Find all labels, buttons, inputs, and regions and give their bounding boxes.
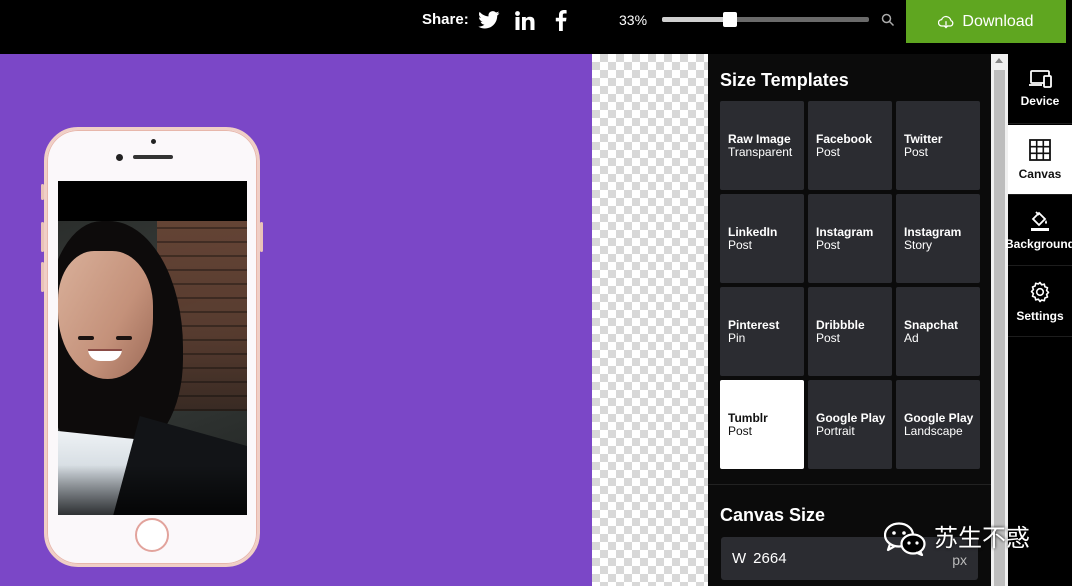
scroll-thumb[interactable] xyxy=(994,70,1005,586)
size-templates-grid: Raw Image Transparent Facebook Post Twitter P… xyxy=(720,101,980,469)
template-tile[interactable]: Instagram Post xyxy=(808,194,892,283)
phone-mute-switch xyxy=(41,184,44,200)
paint-bucket-icon xyxy=(1029,210,1051,232)
width-prefix: W xyxy=(732,550,747,567)
template-tile[interactable]: Google Play Landscape xyxy=(896,380,980,469)
screenshot-photo xyxy=(58,221,247,515)
facebook-icon[interactable] xyxy=(549,8,573,32)
template-name: Dribbble xyxy=(816,317,865,332)
phone-volume-down xyxy=(41,262,44,292)
template-tile[interactable]: Pinterest Pin xyxy=(720,287,804,376)
top-bar: Share: 33% Download xyxy=(0,0,1072,54)
phone-sensor xyxy=(151,139,156,144)
settings-panel: Size Templates Raw Image Transparent Faceb… xyxy=(708,54,991,586)
template-tile[interactable]: Tumblr Post xyxy=(720,380,804,469)
phone-power-button xyxy=(260,222,263,252)
search-icon[interactable] xyxy=(881,13,895,27)
nav-label: Canvas xyxy=(1018,167,1062,181)
nav-label: Device xyxy=(1020,94,1060,108)
template-name: Facebook xyxy=(816,131,873,146)
nav-label: Settings xyxy=(1016,309,1064,323)
template-subtitle: Ad xyxy=(904,330,919,345)
grid-icon xyxy=(1028,138,1052,162)
template-subtitle: Pin xyxy=(728,330,746,345)
template-name: Google Play xyxy=(904,410,974,425)
nav-settings[interactable]: Settings xyxy=(1008,267,1072,337)
template-tile[interactable]: Raw Image Transparent xyxy=(720,101,804,190)
template-subtitle: Post xyxy=(816,237,841,252)
template-tile[interactable]: LinkedIn Post xyxy=(720,194,804,283)
size-templates-title: Size Templates xyxy=(720,70,849,90)
phone-mockup[interactable] xyxy=(41,127,263,567)
zoom-level: 33% xyxy=(619,12,648,28)
template-name: Raw Image xyxy=(728,131,791,146)
nav-label: Background xyxy=(1005,237,1072,251)
template-name: LinkedIn xyxy=(728,224,778,239)
watermark: 苏生不惑 xyxy=(884,522,1030,556)
template-tile[interactable]: Google Play Portrait xyxy=(808,380,892,469)
template-subtitle: Post xyxy=(728,423,753,438)
template-tile[interactable]: Dribbble Post xyxy=(808,287,892,376)
transparent-area xyxy=(592,54,708,586)
template-subtitle: Story xyxy=(904,237,933,252)
gear-icon xyxy=(1028,280,1052,304)
device-icon xyxy=(1027,69,1053,89)
template-name: Instagram xyxy=(904,224,962,239)
template-subtitle: Post xyxy=(816,144,841,159)
template-tile[interactable]: Facebook Post xyxy=(808,101,892,190)
template-name: Twitter xyxy=(904,131,943,146)
template-tile[interactable]: Instagram Story xyxy=(896,194,980,283)
mockup-editor: Share: 33% Download Size Templates Raw I… xyxy=(0,0,1072,586)
nav-background[interactable]: Background xyxy=(1005,196,1072,266)
share-label: Share: xyxy=(422,11,469,28)
zoom-slider-fill xyxy=(662,17,731,22)
template-subtitle: Transparent xyxy=(728,144,793,159)
phone-camera xyxy=(116,154,123,161)
watermark-text: 苏生不惑 xyxy=(934,525,1030,552)
phone-volume-up xyxy=(41,222,44,252)
template-subtitle: Post xyxy=(728,237,753,252)
template-name: Google Play xyxy=(816,410,886,425)
template-name: Tumblr xyxy=(728,410,768,425)
template-tile[interactable]: Twitter Post xyxy=(896,101,980,190)
panel-scrollbar[interactable] xyxy=(991,54,1008,586)
download-button[interactable]: Download xyxy=(906,0,1066,43)
scroll-up-arrow[interactable] xyxy=(995,58,1003,63)
phone-home-button xyxy=(135,518,169,552)
twitter-icon[interactable] xyxy=(477,8,501,32)
template-subtitle: Post xyxy=(904,144,929,159)
cloud-download-icon xyxy=(938,15,954,29)
side-nav: Device Canvas Background Settings xyxy=(1005,54,1072,586)
nav-canvas[interactable]: Canvas xyxy=(1008,125,1072,195)
zoom-slider[interactable] xyxy=(662,12,869,27)
template-subtitle: Post xyxy=(816,330,841,345)
template-tile[interactable]: Snapchat Ad xyxy=(896,287,980,376)
nav-device[interactable]: Device xyxy=(1008,54,1072,124)
template-name: Pinterest xyxy=(728,317,780,332)
template-name: Instagram xyxy=(816,224,874,239)
template-subtitle: Landscape xyxy=(904,423,963,438)
wechat-icon xyxy=(884,522,926,556)
phone-screen xyxy=(58,181,247,515)
divider xyxy=(708,484,991,485)
zoom-slider-thumb[interactable] xyxy=(723,12,738,27)
linkedin-icon[interactable] xyxy=(513,8,537,32)
template-subtitle: Portrait xyxy=(816,423,855,438)
template-name: Snapchat xyxy=(904,317,959,332)
phone-speaker xyxy=(133,155,173,159)
download-label: Download xyxy=(962,12,1034,30)
width-value: 2664 xyxy=(753,550,787,567)
canvas-size-title: Canvas Size xyxy=(720,505,826,525)
